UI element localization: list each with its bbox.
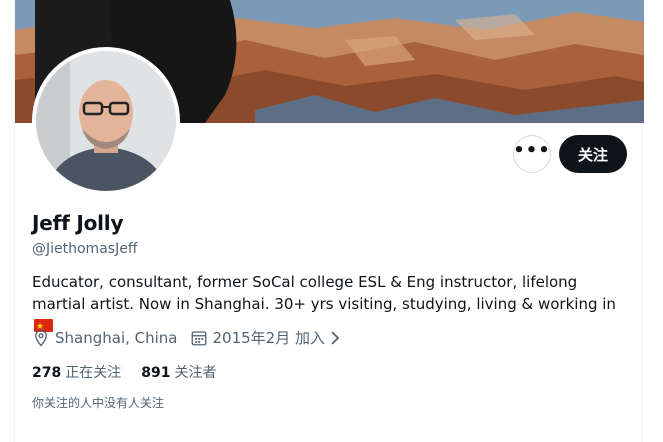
profile-meta: Shanghai, China 2015年2月 加入 [32, 327, 358, 348]
display-name: Jeff Jolly [32, 211, 124, 235]
avatar[interactable] [32, 47, 180, 195]
chevron-right-icon [331, 330, 340, 345]
following-label: 正在关注 [65, 365, 122, 381]
follow-button[interactable]: 关注 [559, 135, 627, 173]
more-options-icon: ••• [513, 140, 551, 161]
joined-text: 2015年2月 加入 [212, 329, 326, 347]
followers-count: 891 [141, 365, 171, 381]
followers-link[interactable]: 891 关注者 [141, 362, 216, 382]
profile-frame: ••• 关注 Jeff Jolly @JiethomasJeff Educato… [14, 0, 644, 442]
avatar-photo [36, 51, 176, 191]
location-text: Shanghai, China [55, 328, 178, 347]
followers-label: 关注者 [174, 365, 217, 381]
user-handle: @JiethomasJeff [32, 241, 138, 257]
location-pin-icon [35, 329, 47, 347]
follow-stats: 278 正在关注 891 关注者 [32, 362, 236, 382]
bio-text: Educator, consultant, former SoCal colle… [32, 273, 616, 313]
more-options-button[interactable]: ••• [513, 135, 551, 173]
following-count: 278 [32, 365, 62, 381]
location-item: Shanghai, China [32, 329, 178, 347]
mutual-followers-note: 你关注的人中没有人关注 [32, 396, 165, 410]
joined-item[interactable]: 2015年2月 加入 [190, 327, 347, 348]
calendar-icon [191, 330, 206, 345]
following-link[interactable]: 278 正在关注 [32, 362, 121, 382]
